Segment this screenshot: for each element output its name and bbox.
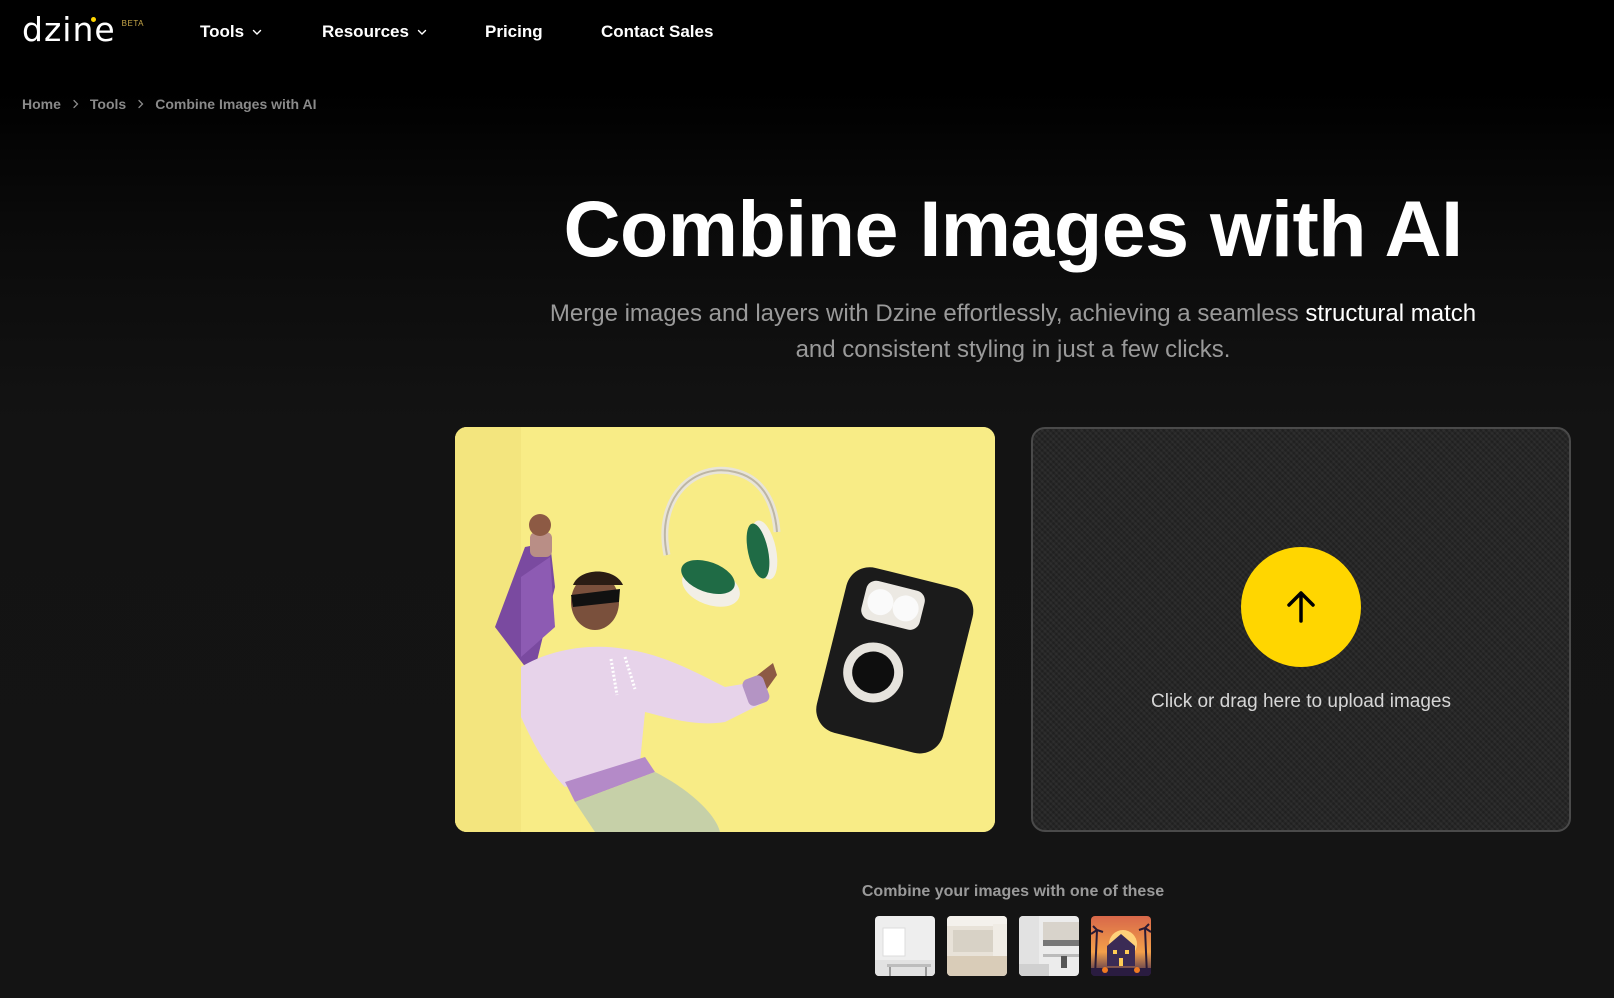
nav-resources-label: Resources xyxy=(322,22,409,41)
nav-resources-menu[interactable]: Resources xyxy=(322,20,427,44)
template-image xyxy=(875,916,935,976)
logo-wordmark: dzine xyxy=(22,10,116,49)
chevron-right-icon xyxy=(73,99,79,109)
upload-instructions: Click or drag here to upload images xyxy=(1151,691,1451,712)
page-subtitle: Merge images and layers with Dzine effor… xyxy=(530,296,1496,368)
subtitle-text-end: and consistent styling in just a few cli… xyxy=(795,336,1231,363)
breadcrumb-current: Combine Images with AI xyxy=(155,96,317,112)
template-thumbnails xyxy=(875,916,1151,976)
beta-badge: BETA xyxy=(121,19,144,28)
template-thumb-white-room[interactable] xyxy=(875,916,935,976)
nav-contact-sales-link[interactable]: Contact Sales xyxy=(601,20,713,44)
nav-pricing-label: Pricing xyxy=(485,22,543,41)
breadcrumb-tools[interactable]: Tools xyxy=(90,96,126,112)
subtitle-highlight: structural match xyxy=(1305,300,1477,327)
template-image xyxy=(1019,916,1079,976)
demo-illustration xyxy=(455,427,995,832)
breadcrumb: Home Tools Combine Images with AI xyxy=(22,96,316,112)
demo-image xyxy=(455,427,995,832)
template-thumb-beige-room[interactable] xyxy=(947,916,1007,976)
arrow-up-icon xyxy=(1287,591,1315,623)
template-image xyxy=(1091,916,1151,976)
page-title: Combine Images with AI xyxy=(563,184,1463,273)
nav-contact-sales-label: Contact Sales xyxy=(601,22,714,41)
dzine-logo[interactable]: dzine BETA xyxy=(22,12,144,48)
breadcrumb-home[interactable]: Home xyxy=(22,96,61,112)
nav-tools-menu[interactable]: Tools xyxy=(200,20,262,44)
template-image xyxy=(947,916,1007,976)
subtitle-text: Merge images and layers with Dzine effor… xyxy=(549,300,1306,327)
chevron-down-icon xyxy=(417,29,427,35)
chevron-down-icon xyxy=(252,29,262,35)
templates-label: Combine your images with one of these xyxy=(861,883,1165,900)
upload-button[interactable] xyxy=(1241,547,1361,667)
top-nav: dzine BETA Tools Resources Pricing Conta… xyxy=(0,0,1614,64)
template-thumb-kitchen[interactable] xyxy=(1019,916,1079,976)
nav-tools-label: Tools xyxy=(200,22,245,41)
logo-dot-icon xyxy=(91,17,96,22)
nav-pricing-link[interactable]: Pricing xyxy=(485,20,543,44)
upload-dropzone[interactable]: Click or drag here to upload images xyxy=(1031,427,1571,832)
template-thumb-halloween[interactable] xyxy=(1091,916,1151,976)
chevron-right-icon xyxy=(138,99,144,109)
